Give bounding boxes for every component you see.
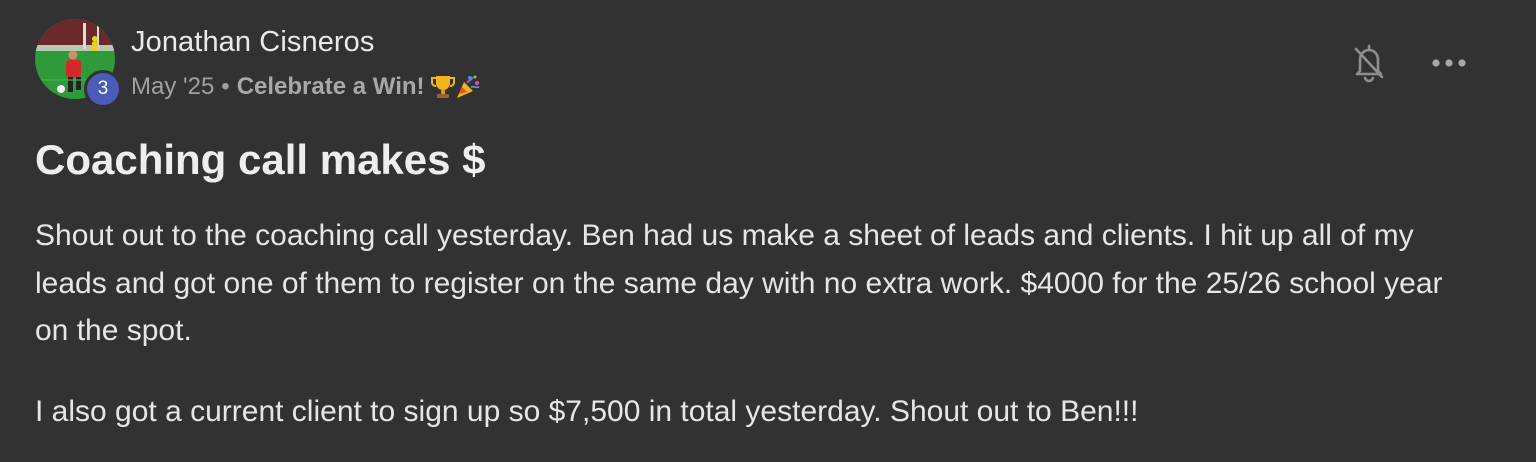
post-meta: May '25 • Celebrate a Win! — [131, 70, 481, 104]
author-name[interactable]: Jonathan Cisneros — [131, 26, 375, 59]
post-category[interactable]: Celebrate a Win! — [237, 73, 425, 101]
party-popper-icon — [456, 75, 479, 98]
notification-toggle-button[interactable] — [1346, 40, 1392, 86]
category-emoji — [430, 74, 481, 100]
more-options-button[interactable] — [1424, 42, 1474, 84]
level-badge: 3 — [84, 70, 122, 108]
post-card: 3 Jonathan Cisneros May '25 • Celebrate … — [0, 0, 1536, 462]
post-date[interactable]: May '25 — [131, 73, 214, 101]
post-paragraph-2: I also got a current client to sign up s… — [35, 395, 1139, 428]
author-avatar-container[interactable]: 3 — [35, 19, 122, 108]
post-title: Coaching call makes $ — [35, 136, 486, 183]
post-paragraph-1: Shout out to the coaching call yesterday… — [35, 219, 1443, 347]
meta-separator: • — [221, 73, 230, 100]
trophy-icon — [430, 76, 455, 98]
more-options-icon — [1432, 59, 1466, 67]
bell-off-icon — [1354, 44, 1384, 83]
